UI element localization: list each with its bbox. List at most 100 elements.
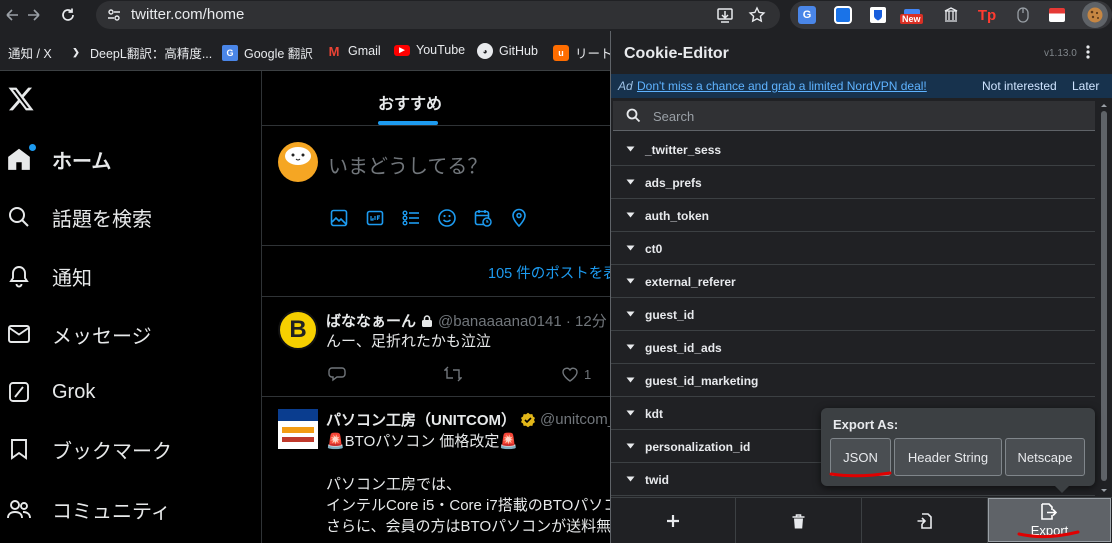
like-count: 1: [584, 367, 592, 382]
grok-icon: [6, 379, 32, 405]
cookie-row[interactable]: _twitter_sess: [611, 133, 1095, 166]
site-settings-icon[interactable]: [106, 7, 122, 23]
cookie-name: guest_id_marketing: [645, 374, 759, 388]
schedule-icon[interactable]: [473, 208, 493, 228]
scrollbar[interactable]: [1097, 101, 1111, 497]
cookie-row[interactable]: guest_id_ads: [611, 331, 1095, 364]
chevron-down-icon: [626, 311, 635, 317]
cookie-row[interactable]: external_referer: [611, 265, 1095, 298]
cookie-row[interactable]: ct0: [611, 232, 1095, 265]
location-icon[interactable]: [509, 208, 529, 228]
pillar-extension[interactable]: [940, 4, 962, 26]
reload-button[interactable]: [56, 3, 80, 27]
bookmark-star-icon[interactable]: [748, 6, 766, 24]
import-button[interactable]: [862, 498, 988, 543]
forward-button[interactable]: [22, 3, 46, 27]
nav-explore[interactable]: 話題を検索: [6, 197, 152, 237]
export-header-string-button[interactable]: Header String: [894, 438, 1002, 476]
cookie-row[interactable]: ads_prefs: [611, 166, 1095, 199]
cookie-editor-extension[interactable]: [1082, 2, 1108, 28]
compose-input[interactable]: いまどうしてる？: [328, 150, 487, 179]
cookie-name: ct0: [645, 242, 663, 256]
cookie-name: auth_token: [645, 209, 710, 223]
gif-icon[interactable]: [365, 208, 385, 228]
nav-communities[interactable]: コミュニティ: [6, 489, 171, 529]
address-bar[interactable]: twitter.com/home: [96, 1, 780, 29]
forward-arrow-icon: [28, 9, 40, 21]
lock-icon: [422, 314, 433, 327]
nav-notifications[interactable]: 通知: [6, 256, 92, 296]
bookmark-deepl[interactable]: ❯ DeepL翻訳：高精度...: [68, 43, 212, 62]
search-input[interactable]: Search: [613, 101, 1095, 131]
scroll-up-icon[interactable]: [1097, 101, 1111, 109]
hexagon-shield-icon: [834, 6, 852, 24]
pillar-icon: [944, 7, 958, 22]
bookmark-google-translate[interactable]: G Google 翻訳: [222, 43, 313, 62]
nav-messages[interactable]: メッセージ: [6, 314, 152, 354]
back-button[interactable]: [0, 3, 24, 27]
cookie-row[interactable]: guest_id: [611, 298, 1095, 331]
new-badge-extension[interactable]: New: [900, 4, 923, 26]
cookie-name: external_referer: [645, 275, 736, 289]
post-author-name[interactable]: パソコン工房（UNITCOM）: [326, 409, 516, 430]
more-options-icon[interactable]: [1085, 44, 1091, 60]
bookmark-github[interactable]: ◕ GitHub: [477, 43, 538, 59]
post-handle[interactable]: @banaaaana0141 · 12分: [438, 310, 607, 331]
repost-icon[interactable]: [444, 365, 462, 383]
google-translate-icon: G: [222, 44, 238, 61]
reply-icon[interactable]: [328, 365, 346, 383]
mouse-extension[interactable]: [1012, 4, 1034, 26]
post-handle[interactable]: @unitcom_i: [540, 411, 612, 428]
chevron-down-icon: [626, 278, 635, 284]
install-app-icon[interactable]: [716, 6, 734, 24]
scroll-down-icon[interactable]: [1097, 487, 1111, 495]
avatar[interactable]: [278, 142, 318, 182]
export-netscape-button[interactable]: Netscape: [1005, 438, 1085, 476]
like-icon[interactable]: [561, 365, 579, 383]
bookmark-youtube[interactable]: ▶ YouTube: [394, 43, 465, 57]
cookie-row[interactable]: guest_id_marketing: [611, 364, 1095, 397]
add-cookie-button[interactable]: [611, 498, 736, 543]
x-logo-icon[interactable]: [7, 85, 35, 113]
cookie-icon: [1087, 7, 1103, 23]
emoji-icon[interactable]: [437, 208, 457, 228]
tp-extension[interactable]: Tp: [976, 4, 998, 26]
bell-icon: [6, 263, 32, 289]
show-new-posts-link[interactable]: 105 件のポストを表: [488, 262, 612, 283]
colorful-window-icon: [1049, 8, 1065, 22]
post-text-line: 🚨BTOパソコン 価格改定🚨: [326, 433, 519, 450]
cookie-row[interactable]: auth_token: [611, 199, 1095, 232]
google-translate-extension[interactable]: G: [796, 4, 818, 26]
bookmark-gmail[interactable]: M Gmail: [326, 43, 381, 59]
post-text: んー、足折れたかも泣泣: [326, 333, 491, 350]
plus-icon: [667, 515, 679, 527]
nav-home[interactable]: ホーム: [6, 139, 111, 179]
post-author-name[interactable]: ばななぁーん: [326, 310, 416, 331]
later-button[interactable]: Later: [1072, 79, 1099, 93]
cookie-name: personalization_id: [645, 440, 751, 454]
cookie-name: twid: [645, 473, 669, 487]
shield-extension[interactable]: [832, 4, 854, 26]
url-text[interactable]: twitter.com/home: [131, 6, 244, 23]
delete-all-button[interactable]: [736, 498, 862, 543]
cookie-name: guest_id_ads: [645, 341, 722, 355]
poll-icon[interactable]: [401, 208, 421, 228]
not-interested-button[interactable]: Not interested: [982, 79, 1057, 93]
unitcom-logo-icon: [278, 409, 318, 421]
ad-link[interactable]: Don't miss a chance and grab a limited N…: [637, 79, 927, 93]
bookmark-x-notifications[interactable]: 通知 / X: [8, 43, 52, 62]
nav-grok[interactable]: Grok: [6, 372, 95, 412]
divider: [262, 125, 612, 126]
blue-shield-icon: [870, 7, 886, 23]
bitwarden-extension[interactable]: [867, 4, 889, 26]
image-icon[interactable]: [329, 208, 349, 228]
post-header: パソコン工房（UNITCOM） @unitcom_i: [326, 409, 612, 430]
window-extension[interactable]: [1046, 4, 1068, 26]
scrollbar-thumb[interactable]: [1101, 111, 1107, 481]
nav-bookmarks[interactable]: ブックマーク: [6, 429, 172, 469]
tab-for-you[interactable]: おすすめ: [378, 90, 442, 114]
avatar[interactable]: [278, 409, 318, 449]
deepl-icon: ❯: [72, 47, 80, 57]
avatar[interactable]: B: [278, 310, 318, 350]
cat-avatar-icon: [285, 147, 311, 165]
